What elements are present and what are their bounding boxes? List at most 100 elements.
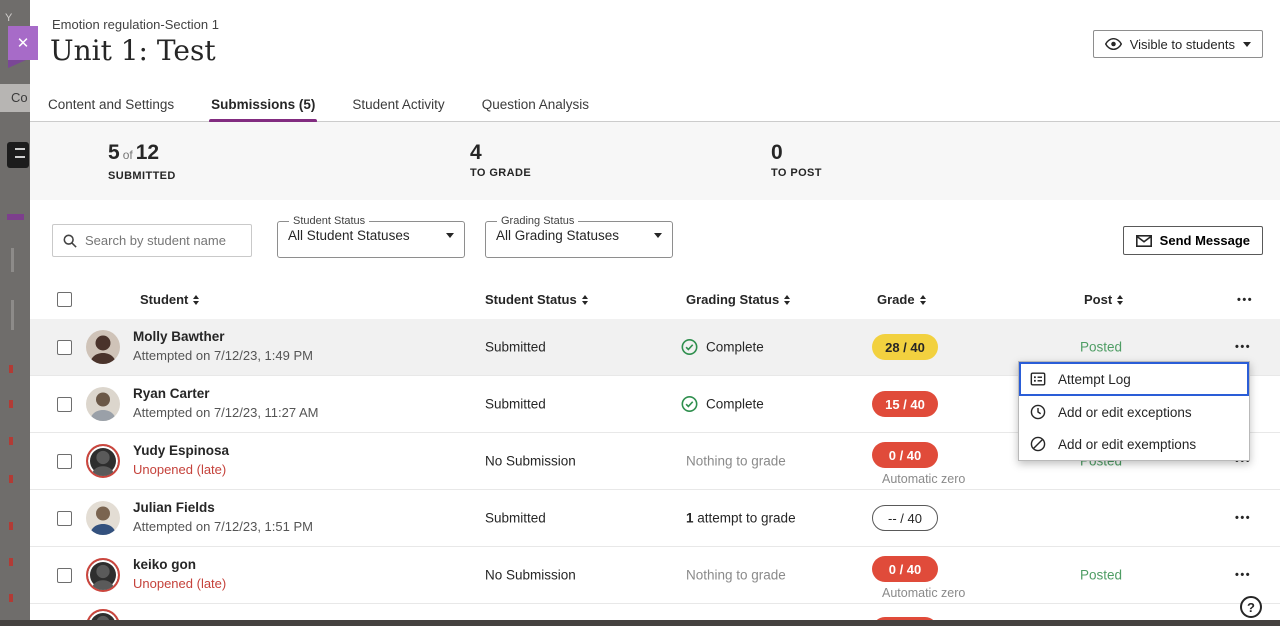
attempt-subtext: Attempted on 7/12/23, 1:49 PM: [133, 348, 313, 363]
stats-bar: 5of12 SUBMITTED 4 TO GRADE 0 TO POST: [30, 122, 1280, 200]
grade-pill[interactable]: 15 / 40: [872, 391, 938, 417]
clock-icon: [1030, 404, 1046, 420]
envelope-icon: [1136, 235, 1152, 247]
tab-content-and-settings[interactable]: Content and Settings: [48, 88, 174, 121]
table-row: Julian Fields Attempted on 7/12/23, 1:51…: [30, 490, 1280, 547]
search-input[interactable]: [85, 233, 241, 248]
background-fragment: [9, 558, 13, 566]
column-header-post[interactable]: Post: [1084, 292, 1123, 307]
grading-status-filter-label: Grading Status: [497, 215, 578, 227]
row-checkbox[interactable]: [57, 340, 72, 355]
grading-status-cell: 1 attempt to grade: [686, 511, 796, 526]
tab-submissions[interactable]: Submissions (5): [211, 88, 315, 121]
sort-icon: [784, 295, 790, 305]
send-message-button[interactable]: Send Message: [1123, 226, 1263, 255]
row-checkbox[interactable]: [57, 511, 72, 526]
tab-student-activity[interactable]: Student Activity: [352, 88, 444, 121]
row-context-menu: Attempt Log Add or edit exceptions Add o…: [1018, 361, 1250, 461]
grading-status-cell: Complete: [681, 396, 764, 413]
grading-status-cell: Nothing to grade: [686, 568, 786, 583]
sort-icon: [920, 295, 926, 305]
tab-question-analysis[interactable]: Question Analysis: [482, 88, 589, 121]
table-row: keiko gon Unopened (late) No Submission …: [30, 547, 1280, 604]
post-status[interactable]: Posted: [1080, 568, 1122, 583]
background-fragment: [11, 248, 14, 272]
student-name: Ryan Carter: [133, 386, 319, 401]
attempt-subtext: Attempted on 7/12/23, 11:27 AM: [133, 405, 319, 420]
column-header-grade[interactable]: Grade: [877, 292, 926, 307]
student-status-filter[interactable]: Student Status All Student Statuses: [277, 215, 465, 258]
student-status-filter-value: All Student Statuses: [288, 228, 410, 243]
row-overflow-menu-icon[interactable]: •••: [1235, 512, 1251, 524]
background-text-fragment: Y: [5, 12, 12, 24]
background-fragment: [9, 365, 13, 373]
student-status-cell: No Submission: [485, 454, 576, 469]
chevron-down-icon: [654, 233, 662, 238]
grade-pill[interactable]: -- / 40: [872, 505, 938, 531]
help-button[interactable]: ?: [1240, 596, 1262, 618]
student-name: keiko gon: [133, 557, 226, 572]
check-circle-icon: [681, 396, 698, 413]
send-message-label: Send Message: [1160, 233, 1250, 248]
column-header-student[interactable]: Student: [140, 292, 199, 307]
background-fragment: [9, 522, 13, 530]
close-panel-button[interactable]: ✕: [8, 26, 38, 60]
header-overflow-menu-icon[interactable]: •••: [1237, 294, 1253, 306]
attempt-subtext: Attempted on 7/12/23, 1:51 PM: [133, 519, 313, 534]
tab-bar: Content and Settings Submissions (5) Stu…: [30, 88, 1280, 122]
student-status-cell: No Submission: [485, 568, 576, 583]
menu-item-add-edit-exceptions[interactable]: Add or edit exceptions: [1019, 396, 1249, 428]
background-fragment: [11, 300, 14, 330]
column-header-student-status[interactable]: Student Status: [485, 292, 588, 307]
row-checkbox[interactable]: [57, 568, 72, 583]
grade-pill[interactable]: 0 / 40: [872, 442, 938, 468]
grading-status-filter[interactable]: Grading Status All Grading Statuses: [485, 215, 673, 258]
student-status-cell: Submitted: [485, 511, 546, 526]
avatar: [86, 558, 120, 592]
grading-status-filter-value: All Grading Statuses: [496, 228, 619, 243]
sort-icon: [1117, 295, 1123, 305]
student-name-block[interactable]: Yudy Espinosa Unopened (late): [133, 443, 229, 477]
student-status-cell: Submitted: [485, 397, 546, 412]
row-overflow-menu-icon[interactable]: •••: [1235, 341, 1251, 353]
breadcrumb: Emotion regulation-Section 1: [52, 17, 219, 32]
stat-to-post: 0 TO POST: [771, 142, 822, 179]
avatar: [86, 330, 120, 364]
stat-to-grade: 4 TO GRADE: [470, 142, 531, 179]
student-name-block[interactable]: Ryan Carter Attempted on 7/12/23, 11:27 …: [133, 386, 319, 420]
visibility-label: Visible to students: [1130, 37, 1235, 52]
grade-note: Automatic zero: [882, 472, 965, 486]
grade-pill[interactable]: 0 / 40: [872, 556, 938, 582]
background-page-strip: Y Co: [0, 0, 30, 626]
background-fragment: [9, 475, 13, 483]
menu-item-attempt-log[interactable]: Attempt Log: [1019, 362, 1249, 396]
grading-status-cell: Nothing to grade: [686, 454, 786, 469]
select-all-checkbox[interactable]: [57, 292, 72, 307]
column-header-grading-status[interactable]: Grading Status: [686, 292, 790, 307]
sort-icon: [582, 295, 588, 305]
student-name-block[interactable]: keiko gon Unopened (late): [133, 557, 226, 591]
student-name-block[interactable]: Julian Fields Attempted on 7/12/23, 1:51…: [133, 500, 313, 534]
background-fragment: [9, 437, 13, 445]
menu-item-add-edit-exemptions[interactable]: Add or edit exemptions: [1019, 428, 1249, 460]
background-fragment: [9, 400, 13, 408]
grade-pill[interactable]: 28 / 40: [872, 334, 938, 360]
student-status-cell: Submitted: [485, 340, 546, 355]
background-book-icon: [7, 142, 29, 168]
sort-icon: [193, 295, 199, 305]
avatar: [86, 444, 120, 478]
visibility-dropdown-button[interactable]: Visible to students: [1093, 30, 1263, 58]
row-overflow-menu-icon[interactable]: •••: [1235, 569, 1251, 581]
student-name: Julian Fields: [133, 500, 313, 515]
attempt-log-icon: [1030, 371, 1046, 387]
avatar: [86, 387, 120, 421]
row-checkbox[interactable]: [57, 397, 72, 412]
page-title: Unit 1: Test: [50, 34, 216, 67]
check-circle-icon: [681, 339, 698, 356]
post-status[interactable]: Posted: [1080, 340, 1122, 355]
attempt-subtext: Unopened (late): [133, 576, 226, 591]
student-name-block[interactable]: Molly Bawther Attempted on 7/12/23, 1:49…: [133, 329, 313, 363]
row-checkbox[interactable]: [57, 454, 72, 469]
student-name: Yudy Espinosa: [133, 443, 229, 458]
student-search: [52, 224, 252, 257]
